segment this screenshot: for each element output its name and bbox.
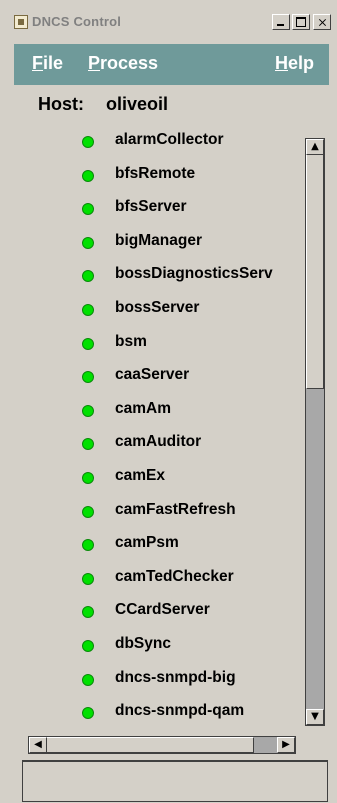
menu-bar: File Process Help	[14, 44, 329, 85]
process-row[interactable]: caaServer	[70, 361, 300, 395]
process-name: camPsm	[115, 534, 179, 552]
menu-file-label: ile	[43, 53, 64, 73]
process-name: bsm	[115, 332, 147, 350]
status-indicator-icon	[82, 707, 94, 720]
process-row[interactable]: camAm	[70, 395, 300, 429]
status-indicator-icon	[82, 169, 94, 182]
menu-help-label: elp	[288, 53, 315, 73]
menu-process[interactable]: Process	[88, 53, 158, 74]
status-indicator-icon	[82, 203, 94, 216]
process-row[interactable]: camAuditor	[70, 428, 300, 462]
horizontal-scrollbar[interactable]: ◀ ▶	[28, 736, 296, 754]
process-name: camTedChecker	[115, 567, 234, 585]
app-icon	[14, 15, 28, 29]
vertical-scroll-thumb[interactable]	[306, 139, 324, 389]
process-name: dncs-snmpd-big	[115, 668, 236, 686]
process-row[interactable]: dncs-snmpd-qam	[70, 697, 300, 726]
process-row[interactable]: bossServer	[70, 294, 300, 328]
status-panel	[22, 760, 328, 802]
status-indicator-icon	[82, 572, 94, 585]
status-indicator-icon	[82, 236, 94, 249]
process-name: bfsServer	[115, 198, 187, 216]
process-row[interactable]: camFastRefresh	[70, 496, 300, 530]
process-name: dbSync	[115, 634, 171, 652]
host-value: oliveoil	[106, 94, 169, 114]
process-name: camFastRefresh	[115, 500, 236, 518]
process-name: bossDiagnosticsServ	[115, 265, 273, 283]
horizontal-scroll-thumb[interactable]	[29, 737, 254, 753]
maximize-button[interactable]	[292, 14, 310, 30]
process-name: bossServer	[115, 298, 200, 316]
vertical-scrollbar[interactable]: ▲ ▼	[305, 138, 325, 726]
status-indicator-icon	[82, 438, 94, 451]
process-row[interactable]: camEx	[70, 462, 300, 496]
menu-help-mnemonic: H	[275, 53, 288, 73]
process-name: camAuditor	[115, 433, 202, 451]
status-indicator-icon	[82, 303, 94, 316]
title-bar[interactable]: DNCS Control	[0, 0, 337, 38]
process-name: camAm	[115, 399, 171, 417]
scroll-down-arrow-icon[interactable]: ▼	[306, 709, 324, 725]
menu-help[interactable]: Help	[275, 53, 314, 74]
process-name: camEx	[115, 466, 165, 484]
process-name: bigManager	[115, 231, 202, 249]
status-indicator-icon	[82, 673, 94, 686]
process-row[interactable]: CCardServer	[70, 596, 300, 630]
process-name: alarmCollector	[115, 131, 224, 148]
process-name: dncs-snmpd-qam	[115, 702, 245, 720]
window-title: DNCS Control	[32, 14, 122, 29]
status-indicator-icon	[82, 505, 94, 518]
scroll-right-arrow-icon[interactable]: ▶	[277, 737, 295, 753]
host-label: Host:	[38, 94, 84, 114]
process-row[interactable]: alarmCollector	[70, 126, 300, 160]
menu-process-mnemonic: P	[88, 53, 101, 73]
process-row[interactable]: bigManager	[70, 227, 300, 261]
process-row[interactable]: camPsm	[70, 529, 300, 563]
process-row[interactable]: bossDiagnosticsServ	[70, 260, 300, 294]
status-indicator-icon	[82, 606, 94, 619]
minimize-button[interactable]	[272, 14, 290, 30]
scroll-left-arrow-icon[interactable]: ◀	[29, 737, 47, 753]
menu-file[interactable]: File	[32, 53, 63, 74]
status-indicator-icon	[82, 337, 94, 350]
process-row[interactable]: dbSync	[70, 630, 300, 664]
status-indicator-icon	[82, 136, 94, 148]
process-row[interactable]: bfsRemote	[70, 160, 300, 194]
menu-file-mnemonic: F	[32, 53, 43, 73]
status-indicator-icon	[82, 371, 94, 384]
process-list: alarmCollector bfsRemote bfsServer bigManag…	[70, 126, 300, 726]
close-button[interactable]	[313, 14, 331, 30]
process-row[interactable]: dncs-snmpd-big	[70, 664, 300, 698]
dncs-control-window: DNCS Control File Process Help Host: oli…	[0, 0, 337, 803]
status-indicator-icon	[82, 471, 94, 484]
process-name: CCardServer	[115, 601, 210, 619]
status-indicator-icon	[82, 539, 94, 552]
process-row[interactable]: bsm	[70, 328, 300, 362]
process-row[interactable]: bfsServer	[70, 193, 300, 227]
status-indicator-icon	[82, 639, 94, 652]
status-indicator-icon	[82, 270, 94, 283]
process-row[interactable]: camTedChecker	[70, 563, 300, 597]
menu-process-label: rocess	[100, 53, 159, 73]
scroll-up-arrow-icon[interactable]: ▲	[306, 139, 324, 155]
status-indicator-icon	[82, 404, 94, 417]
process-name: bfsRemote	[115, 164, 196, 182]
process-name: caaServer	[115, 366, 190, 384]
